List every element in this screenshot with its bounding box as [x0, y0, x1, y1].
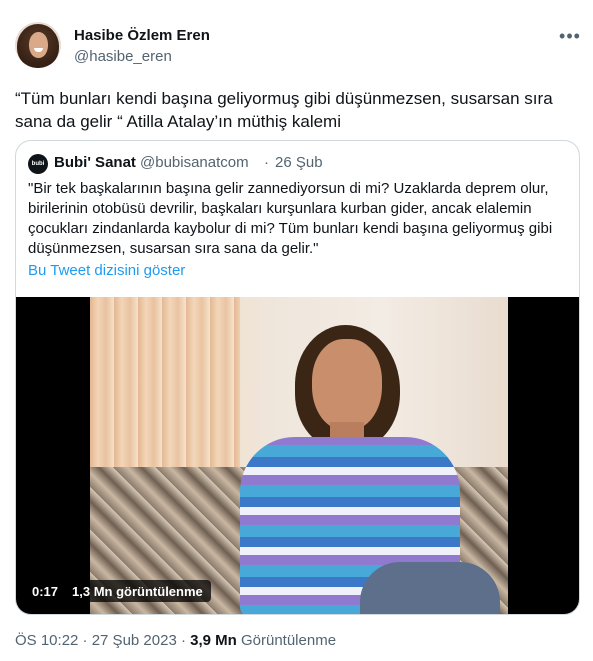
video-person-legs — [360, 562, 500, 614]
author-name[interactable]: Hasibe Özlem Eren — [74, 27, 210, 44]
video-time: 0:17 — [32, 583, 59, 599]
video-frame — [90, 297, 508, 614]
quoted-tweet-text: "Bir tek başkalarının başına gelir zanne… — [28, 180, 553, 257]
tweet: Hasibe Özlem Eren @hasibe_eren ••• “Tüm … — [0, 0, 593, 661]
author-handle[interactable]: @hasibe_eren — [74, 48, 172, 65]
quoted-tweet-card[interactable]: bubi Bubi' Sanat @bubisanatcom · 26 Şub … — [15, 140, 580, 615]
video-player[interactable]: 0:17 1,3 Mn görüntülenme — [16, 297, 579, 614]
author-avatar[interactable] — [15, 22, 61, 68]
view-label: Görüntülenme — [236, 632, 337, 649]
tweet-timestamp[interactable]: ÖS 10:22 · 27 Şub 2023 · — [15, 632, 190, 649]
separator-dot: · — [264, 154, 269, 171]
avatar-face — [29, 32, 48, 58]
quoted-tweet-date[interactable]: 26 Şub — [275, 154, 323, 171]
video-info-badge: 0:17 1,3 Mn görüntülenme — [24, 580, 211, 602]
video-views: 1,3 Mn görüntülenme — [72, 583, 203, 599]
quoted-author-name[interactable]: Bubi' Sanat — [54, 154, 136, 171]
tweet-meta: ÖS 10:22 · 27 Şub 2023 · 3,9 Mn Görüntül… — [15, 632, 336, 649]
show-thread-link[interactable]: Bu Tweet dizisini göster — [28, 262, 185, 279]
video-person-face — [312, 339, 382, 431]
quoted-author-handle[interactable]: @bubisanatcom — [140, 154, 249, 171]
quoted-author-avatar[interactable]: bubi — [28, 154, 48, 174]
tweet-text: “Tüm bunları kendi başına geliyormuş gib… — [15, 89, 553, 131]
more-options-icon[interactable]: ••• — [558, 24, 582, 48]
view-count: 3,9 Mn — [190, 632, 237, 649]
